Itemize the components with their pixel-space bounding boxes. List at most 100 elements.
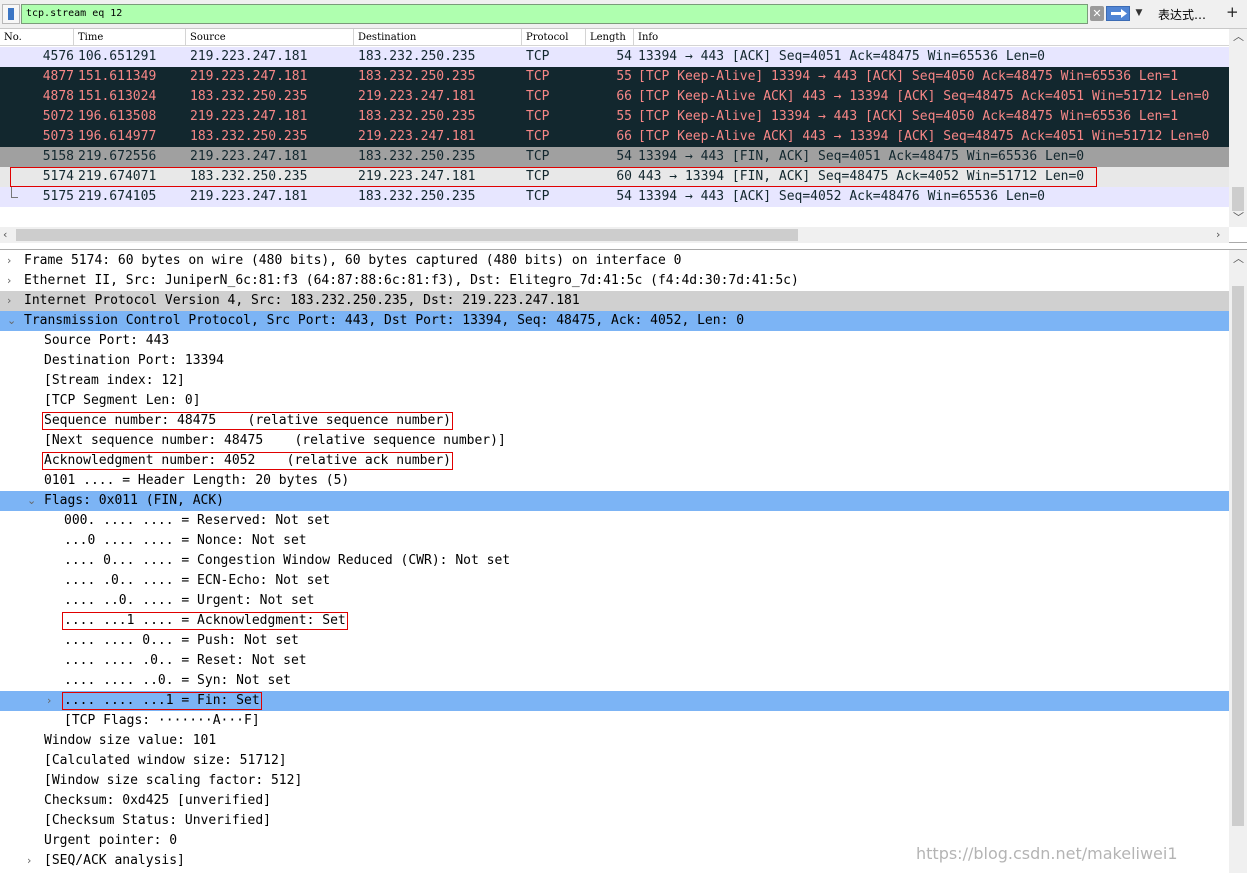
expand-closed-chevron-icon[interactable]: › — [7, 291, 11, 311]
scrollbar-thumb[interactable] — [1232, 187, 1244, 211]
column-header-info[interactable]: Info — [634, 29, 1229, 46]
detail-tree-item[interactable]: Window size value: 101 — [0, 731, 1229, 751]
detail-tree-item[interactable]: Checksum: 0xd425 [unverified] — [0, 791, 1229, 811]
packet-no: 5158 — [42, 149, 74, 164]
column-header-protocol[interactable]: Protocol — [522, 29, 586, 46]
detail-tree-item-label: [TCP Segment Len: 0] — [44, 393, 201, 408]
packet-info: [TCP Keep-Alive ACK] 443 → 13394 [ACK] S… — [638, 129, 1210, 144]
packet-time: 219.672556 — [78, 149, 157, 164]
detail-tree-item-label: .... .... 0... = Push: Not set — [64, 633, 299, 648]
bookmark-icon[interactable] — [2, 4, 20, 24]
scrollbar-thumb[interactable] — [1232, 286, 1244, 826]
detail-tree-item[interactable]: [TCP Flags: ·······A···F] — [0, 711, 1229, 731]
expand-closed-chevron-icon[interactable]: › — [7, 251, 11, 271]
packet-destination: 219.223.247.181 — [358, 89, 476, 104]
packet-row[interactable]: 5158 219.672556 219.223.247.181 183.232.250… — [0, 147, 1229, 167]
packet-info: 13394 → 443 [ACK] Seq=4052 Ack=48476 Win… — [638, 189, 1045, 204]
packet-destination: 183.232.250.235 — [358, 189, 476, 204]
packet-info: 443 → 13394 [FIN, ACK] Seq=48475 Ack=405… — [638, 169, 1085, 184]
expression-button[interactable]: 表达式… — [1158, 6, 1206, 23]
packet-row[interactable]: 5072 196.613508 219.223.247.181 183.232.250… — [0, 107, 1229, 127]
detail-tree-item[interactable]: [Next sequence number: 48475 (relative s… — [0, 431, 1229, 451]
packet-protocol: TCP — [526, 49, 550, 64]
detail-tree-item[interactable]: .... 0... .... = Congestion Window Reduc… — [0, 551, 1229, 571]
detail-tree-item[interactable]: .... ...1 .... = Acknowledgment: Set — [0, 611, 1229, 631]
detail-tree-item-label: .... .... .0.. = Reset: Not set — [64, 653, 307, 668]
detail-tree-item[interactable]: [Checksum Status: Unverified] — [0, 811, 1229, 831]
detail-tree-item[interactable]: 0101 .... = Header Length: 20 bytes (5) — [0, 471, 1229, 491]
detail-tree-item-label: Checksum: 0xd425 [unverified] — [44, 793, 271, 808]
column-header-length[interactable]: Length — [586, 29, 634, 46]
detail-tree-item[interactable]: › Internet Protocol Version 4, Src: 183.2… — [0, 291, 1229, 311]
detail-tree-item[interactable]: .... .... ..0. = Syn: Not set — [0, 671, 1229, 691]
display-filter-input[interactable]: tcp.stream eq 12 — [21, 4, 1088, 24]
detail-tree-item[interactable]: [TCP Segment Len: 0] — [0, 391, 1229, 411]
detail-tree-item-label: Ethernet II, Src: JuniperN_6c:81:f3 (64:… — [24, 273, 799, 288]
detail-tree-item[interactable]: ⌄ Flags: 0x011 (FIN, ACK) — [0, 491, 1229, 511]
packet-row[interactable]: 5073 196.614977 183.232.250.235 219.223.247… — [0, 127, 1229, 147]
apply-filter-arrow-icon[interactable] — [1106, 6, 1130, 21]
detail-tree-item[interactable]: [Calculated window size: 51712] — [0, 751, 1229, 771]
detail-tree-item-label: .... 0... .... = Congestion Window Reduc… — [64, 553, 511, 568]
expand-open-chevron-icon[interactable]: ⌄ — [7, 311, 16, 331]
detail-tree-item[interactable]: Source Port: 443 — [0, 331, 1229, 351]
scroll-up-icon[interactable]: ︿ — [1233, 253, 1244, 265]
scrollbar-thumb[interactable] — [16, 229, 798, 241]
detail-tree-item[interactable]: ⌄ Transmission Control Protocol, Src Port… — [0, 311, 1229, 331]
detail-tree-item[interactable]: .... .... .0.. = Reset: Not set — [0, 651, 1229, 671]
packet-list-header: No. Time Source Destination Protocol Len… — [0, 29, 1229, 46]
detail-tree-item[interactable]: 000. .... .... = Reserved: Not set — [0, 511, 1229, 531]
detail-tree-item-label: Transmission Control Protocol, Src Port:… — [24, 313, 745, 328]
detail-tree-item-label: .... ..0. .... = Urgent: Not set — [64, 593, 315, 608]
detail-tree-item[interactable]: › Frame 5174: 60 bytes on wire (480 bits)… — [0, 251, 1229, 271]
detail-tree-item[interactable]: [Window size scaling factor: 512] — [0, 771, 1229, 791]
packet-protocol: TCP — [526, 109, 550, 124]
packet-row[interactable]: 5175 219.674105 219.223.247.181 183.232.250… — [0, 187, 1229, 207]
packet-destination: 183.232.250.235 — [358, 109, 476, 124]
packet-protocol: TCP — [526, 129, 550, 144]
detail-tree-item[interactable]: Acknowledgment number: 4052 (relative ac… — [0, 451, 1229, 471]
detail-tree-item[interactable]: .... .0.. .... = ECN-Echo: Not set — [0, 571, 1229, 591]
packet-row[interactable]: 4877 151.611349 219.223.247.181 183.232.250… — [0, 67, 1229, 87]
detail-tree-item[interactable]: ...0 .... .... = Nonce: Not set — [0, 531, 1229, 551]
packet-row[interactable]: 4576 106.651291 219.223.247.181 183.232.250… — [0, 47, 1229, 67]
packet-no: 5174 — [42, 169, 74, 184]
expand-closed-chevron-icon[interactable]: › — [47, 691, 51, 711]
detail-tree-item[interactable]: .... .... 0... = Push: Not set — [0, 631, 1229, 651]
column-header-no[interactable]: No. — [0, 29, 74, 46]
scroll-left-icon[interactable]: ‹ — [3, 229, 7, 241]
detail-tree-item[interactable]: [Stream index: 12] — [0, 371, 1229, 391]
packet-protocol: TCP — [526, 169, 550, 184]
add-button-icon[interactable]: + — [1226, 3, 1239, 21]
expand-closed-chevron-icon[interactable]: › — [27, 851, 31, 871]
column-header-time[interactable]: Time — [74, 29, 186, 46]
dropdown-chevron-icon[interactable]: ▼ — [1131, 6, 1147, 21]
column-header-destination[interactable]: Destination — [354, 29, 522, 46]
scroll-down-icon[interactable]: ﹀ — [1233, 212, 1244, 224]
detail-tree-item[interactable]: Destination Port: 13394 — [0, 351, 1229, 371]
column-header-source[interactable]: Source — [186, 29, 354, 46]
packet-row[interactable]: 4878 151.613024 183.232.250.235 219.223.247… — [0, 87, 1229, 107]
scroll-right-icon[interactable]: › — [1216, 229, 1220, 241]
clear-filter-icon[interactable]: ✕ — [1090, 6, 1104, 21]
detail-tree-item-label: Frame 5174: 60 bytes on wire (480 bits),… — [24, 253, 682, 268]
detail-tree-item-label: Window size value: 101 — [44, 733, 217, 748]
packet-list-vertical-scrollbar[interactable]: ︿ ﹀ — [1229, 29, 1247, 227]
detail-tree-item-label: Urgent pointer: 0 — [44, 833, 178, 848]
packet-no: 4576 — [42, 49, 74, 64]
detail-tree-item-label: [SEQ/ACK analysis] — [44, 853, 185, 868]
detail-tree-item[interactable]: .... ..0. .... = Urgent: Not set — [0, 591, 1229, 611]
detail-tree-item-label: .... .... ...1 = Fin: Set — [64, 693, 260, 708]
scroll-up-icon[interactable]: ︿ — [1233, 31, 1244, 43]
expand-closed-chevron-icon[interactable]: › — [7, 271, 11, 291]
expand-open-chevron-icon[interactable]: ⌄ — [27, 491, 36, 511]
packet-list-horizontal-scrollbar[interactable]: ‹ › — [0, 227, 1229, 243]
details-vertical-scrollbar[interactable]: ︿ — [1229, 250, 1247, 873]
packet-no: 5072 — [42, 109, 74, 124]
detail-tree-item[interactable]: › .... .... ...1 = Fin: Set — [0, 691, 1229, 711]
detail-tree-item-label: [Checksum Status: Unverified] — [44, 813, 271, 828]
detail-tree-item[interactable]: Sequence number: 48475 (relative sequenc… — [0, 411, 1229, 431]
detail-tree-item[interactable]: › Ethernet II, Src: JuniperN_6c:81:f3 (64… — [0, 271, 1229, 291]
packet-info: 13394 → 443 [ACK] Seq=4051 Ack=48475 Win… — [638, 49, 1045, 64]
packet-row[interactable]: 5174 219.674071 183.232.250.235 219.223.247… — [0, 167, 1229, 187]
